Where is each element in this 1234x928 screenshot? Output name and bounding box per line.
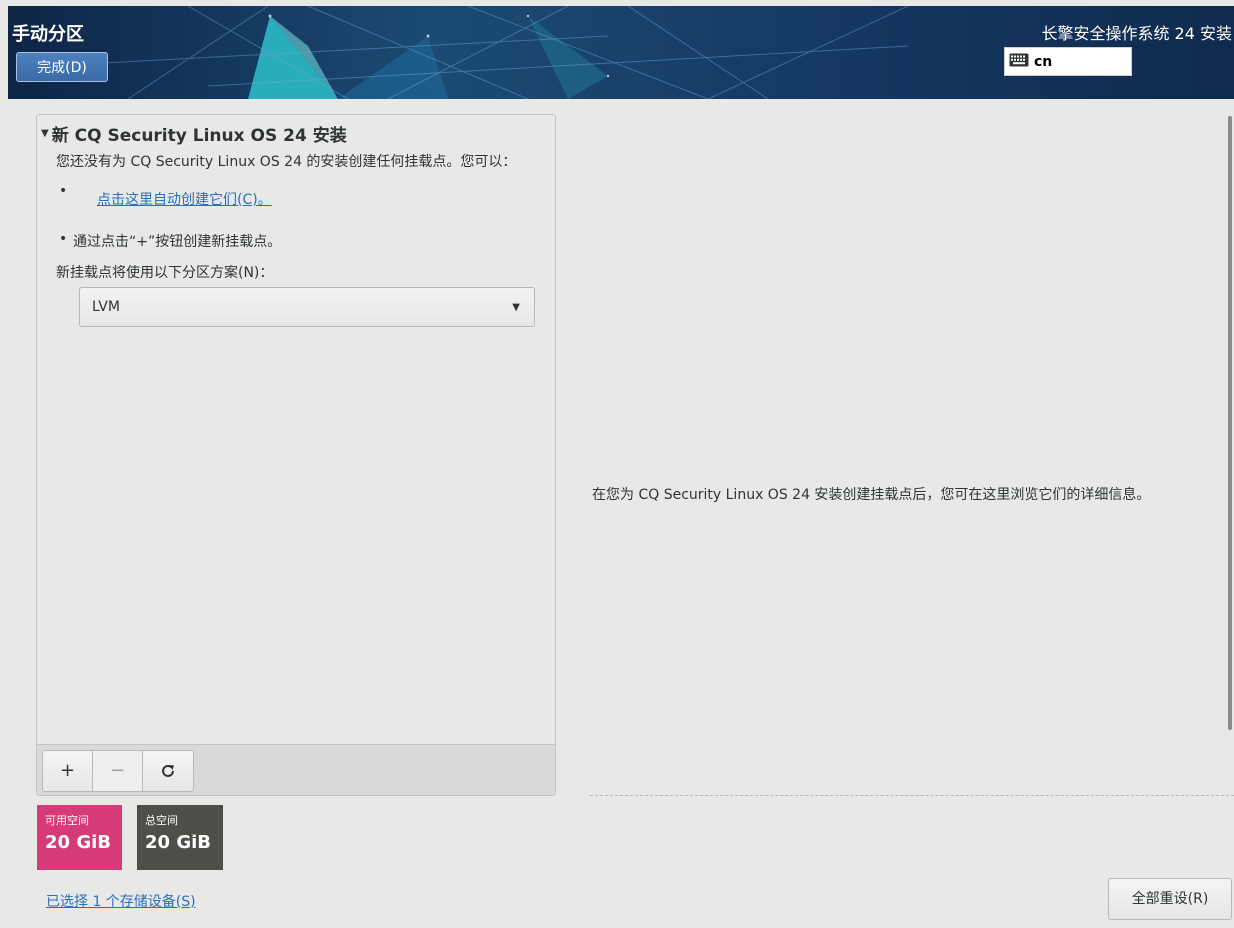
refresh-icon: [160, 760, 176, 781]
chevron-down-icon: ▼: [512, 301, 520, 313]
partition-scheme-dropdown[interactable]: LVM ▼: [79, 287, 535, 327]
total-space-value: 20 GiB: [145, 832, 211, 853]
expander-arrow-icon: ▼: [41, 128, 49, 139]
keyboard-layout-label: cn: [1034, 53, 1053, 70]
product-title: 长擎安全操作系统 24 安装: [1041, 24, 1232, 43]
available-space-box: 可用空间 20 GiB: [37, 805, 122, 870]
total-space-box: 总空间 20 GiB: [137, 805, 223, 870]
partition-scheme-label: 新挂载点将使用以下分区方案(N)：: [56, 265, 274, 281]
auto-create-link[interactable]: 点击这里自动创建它们(C)。: [97, 189, 272, 209]
section-title: 新 CQ Security Linux OS 24 安装: [51, 126, 347, 146]
details-divider: [590, 795, 1234, 796]
details-scrollbar[interactable]: [1228, 116, 1232, 730]
partition-scheme-value: LVM: [92, 299, 120, 315]
keyboard-icon: [1009, 53, 1029, 71]
storage-devices-link[interactable]: 已选择 1 个存储设备(S): [46, 891, 196, 911]
toolbar-button-group: + −: [42, 750, 194, 792]
done-button[interactable]: 完成(D): [16, 52, 108, 82]
mount-points-panel: ▼ 新 CQ Security Linux OS 24 安装 您还没有为 CQ …: [36, 114, 556, 796]
page-title: 手动分区: [12, 24, 84, 45]
mount-point-toolbar: + −: [37, 744, 555, 795]
details-placeholder-text: 在您为 CQ Security Linux OS 24 安装创建挂载点后，您可在…: [592, 487, 1151, 503]
bullet-icon: •: [59, 231, 68, 247]
reset-all-button[interactable]: 全部重设(R): [1108, 878, 1232, 920]
manual-create-text: 通过点击“+”按钮创建新挂载点。: [73, 234, 282, 250]
refresh-button[interactable]: [143, 751, 193, 791]
available-space-value: 20 GiB: [45, 832, 111, 853]
new-installation-expander[interactable]: ▼ 新 CQ Security Linux OS 24 安装: [41, 121, 347, 146]
add-mount-point-button[interactable]: +: [43, 751, 93, 791]
keyboard-layout-indicator[interactable]: cn: [1004, 47, 1132, 76]
available-space-label: 可用空间: [45, 814, 89, 827]
total-space-label: 总空间: [145, 814, 178, 827]
bullet-icon: •: [59, 183, 68, 199]
remove-mount-point-button[interactable]: −: [93, 751, 143, 791]
no-mount-points-description: 您还没有为 CQ Security Linux OS 24 的安装创建任何挂载点…: [56, 154, 517, 170]
